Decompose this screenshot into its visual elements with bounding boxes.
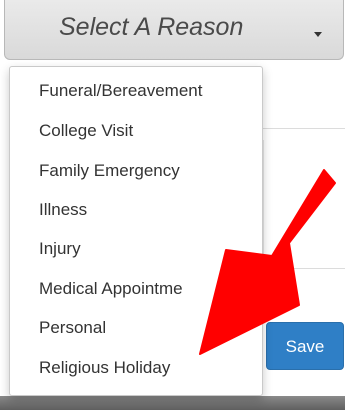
save-button[interactable]: Save	[266, 322, 344, 370]
background-divider	[263, 128, 345, 129]
select-reason-label: Select A Reason	[59, 13, 244, 41]
menu-item-personal[interactable]: Personal	[39, 316, 106, 340]
menu-item-family-emergency[interactable]: Family Emergency	[39, 159, 180, 183]
background-form-panel	[263, 140, 345, 265]
menu-item-college-visit[interactable]: College Visit	[39, 119, 133, 143]
bottom-bar	[0, 396, 345, 410]
menu-item-medical-appointment[interactable]: Medical Appointme	[39, 277, 183, 301]
background-divider	[263, 268, 345, 269]
menu-item-funeral-bereavement[interactable]: Funeral/Bereavement	[39, 79, 202, 103]
reason-dropdown-menu: Funeral/Bereavement College Visit Family…	[9, 66, 263, 396]
caret-down-icon	[314, 32, 322, 37]
menu-item-injury[interactable]: Injury	[39, 237, 81, 261]
menu-item-religious-holiday[interactable]: Religious Holiday	[39, 356, 170, 380]
select-reason-dropdown[interactable]: Select A Reason	[4, 0, 344, 60]
menu-item-illness[interactable]: Illness	[39, 198, 87, 222]
